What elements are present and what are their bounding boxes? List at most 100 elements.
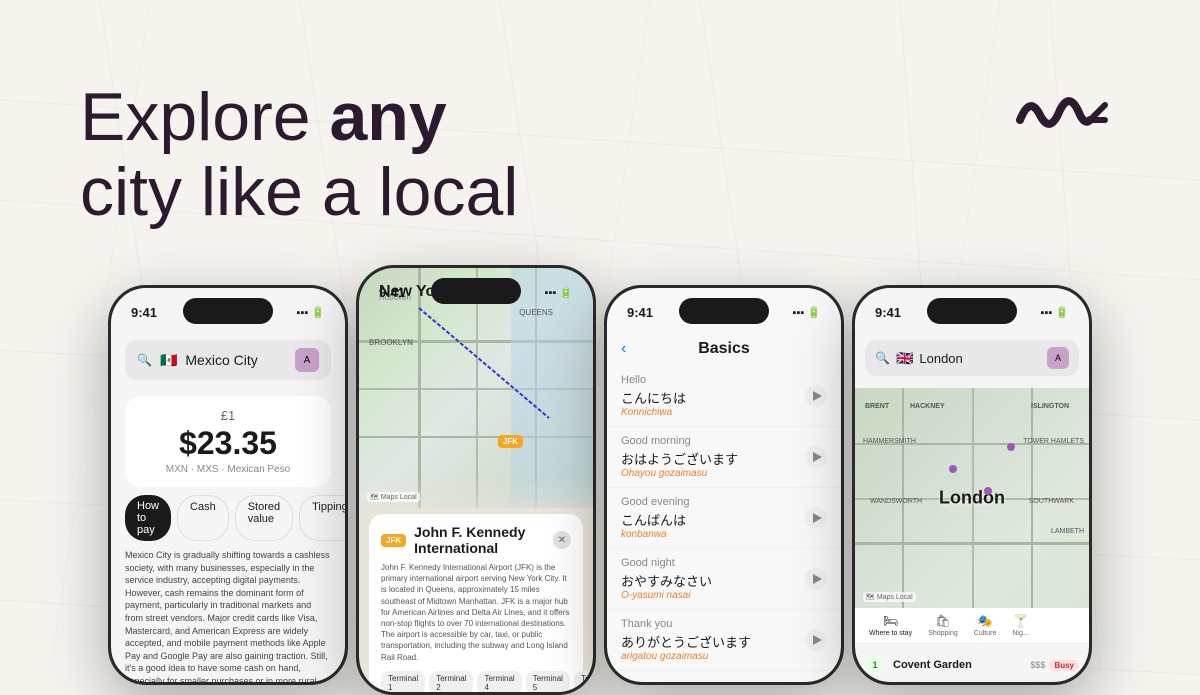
phone-1-city-name: Mexico City bbox=[185, 352, 287, 368]
terminal-5[interactable]: Terminal 5 bbox=[526, 671, 570, 692]
phrase-good-evening-content: Good evening こんばんは konbanwa bbox=[621, 496, 690, 540]
phone-4-dynamic-island bbox=[927, 298, 1017, 324]
phone-1-description: Mexico City is gradually shifting toward… bbox=[111, 549, 345, 682]
map-pin-1 bbox=[949, 465, 957, 473]
phone-1-time: 9:41 bbox=[131, 305, 157, 320]
play-ty-button[interactable] bbox=[805, 629, 827, 651]
terminal-4[interactable]: Terminal 4 bbox=[477, 671, 521, 692]
tab-stored-value[interactable]: Stored value bbox=[235, 495, 293, 541]
play-icon-4 bbox=[813, 574, 822, 584]
phone-1-search-bar[interactable]: 🔍 🇲🇽 Mexico City A bbox=[125, 340, 331, 380]
jfk-badge: JFK bbox=[381, 534, 406, 547]
culture-icon: 🎭 bbox=[978, 614, 993, 628]
place-1-tags: $$$ Busy bbox=[1030, 660, 1079, 671]
phone-1-dynamic-island bbox=[183, 298, 273, 324]
phone-4-places-list: 1 Covent Garden $$$ Busy 2 Shoreditch $$… bbox=[855, 644, 1089, 682]
play-gm-button[interactable] bbox=[805, 446, 827, 468]
tab-culture[interactable]: 🎭 Culture bbox=[968, 614, 1003, 637]
hero-line1-bold: any bbox=[329, 79, 446, 155]
play-gn-button[interactable] bbox=[805, 568, 827, 590]
place-1-name: Covent Garden bbox=[893, 659, 1022, 671]
phrase-ge-romaji: konbanwa bbox=[621, 529, 690, 540]
map-pin-2 bbox=[984, 487, 992, 495]
phone-3-time: 9:41 bbox=[627, 305, 653, 320]
phrase-hello-native: こんにちは bbox=[621, 388, 686, 407]
phrase-yes[interactable]: Yes はい hai bbox=[607, 671, 841, 682]
phone-2-jfk: 9:41 ▪▪▪ 🔋 New York Hoboken BROOKLYN Q bbox=[356, 265, 596, 695]
phone-4-london: 9:41 ▪▪▪ 🔋 🔍 🇬🇧 London A bbox=[852, 285, 1092, 685]
play-icon-2 bbox=[813, 452, 822, 462]
phone-4-search-bar[interactable]: 🔍 🇬🇧 London A bbox=[865, 340, 1079, 376]
terminal-more[interactable]: Termin... bbox=[574, 671, 593, 692]
back-button[interactable]: ‹ bbox=[621, 340, 626, 358]
jfk-card-header: JFK John F. Kennedy International ✕ bbox=[381, 524, 571, 556]
tab-where-to-stay[interactable]: 🛏 Where to stay bbox=[863, 614, 918, 637]
phrase-good-night[interactable]: Good night おやすみなさい O-yasumi nasai bbox=[607, 549, 841, 610]
phrase-good-morning-content: Good morning おはようございます Ohayou gozaimasu bbox=[621, 435, 738, 479]
phrase-ge-english: Good evening bbox=[621, 496, 690, 508]
tab-shopping[interactable]: 🛍 Shopping bbox=[922, 614, 964, 637]
phone-1-flag: 🇲🇽 bbox=[160, 352, 177, 369]
phone-4-avatar: A bbox=[1047, 347, 1069, 369]
phrase-hello[interactable]: Hello こんにちは Konnichiwa bbox=[607, 366, 841, 427]
phone-4-screen: 9:41 ▪▪▪ 🔋 🔍 🇬🇧 London A bbox=[855, 288, 1089, 682]
tab-tipping[interactable]: Tipping bbox=[299, 495, 345, 541]
phrase-good-morning[interactable]: Good morning おはようございます Ohayou gozaimasu bbox=[607, 427, 841, 488]
phone-4-bottom-tabs: 🛏 Where to stay 🛍 Shopping 🎭 Culture 🍸 N… bbox=[855, 608, 1089, 644]
map-jfk-pin: JFK bbox=[498, 435, 523, 448]
hero-title: Explore any city like a local bbox=[80, 80, 518, 230]
phrase-good-evening[interactable]: Good evening こんばんは konbanwa bbox=[607, 488, 841, 549]
phrase-ty-native: ありがとうございます bbox=[621, 632, 751, 651]
phrase-hello-english: Hello bbox=[621, 374, 686, 386]
place-covent-garden[interactable]: 1 Covent Garden $$$ Busy bbox=[865, 650, 1079, 681]
place-1-number: 1 bbox=[865, 655, 885, 675]
tab-cash[interactable]: Cash bbox=[177, 495, 229, 541]
islington-label: ISLINGTON bbox=[1031, 403, 1069, 410]
hero-line1-regular: Explore bbox=[80, 79, 329, 155]
terminals-row: Terminal 1 Terminal 2 Terminal 4 Termina… bbox=[381, 671, 571, 692]
phone-3-basics: 9:41 ▪▪▪ 🔋 ‹ Basics Hello こんにちは Konnichi… bbox=[604, 285, 844, 685]
shopping-icon: 🛍 bbox=[935, 614, 950, 628]
close-button[interactable]: ✕ bbox=[553, 531, 571, 549]
hero-line2: city like a local bbox=[80, 154, 518, 230]
play-ge-button[interactable] bbox=[805, 507, 827, 529]
hammersmith-label: HAMMERSMITH bbox=[863, 438, 916, 445]
phrase-gm-native: おはようございます bbox=[621, 449, 738, 468]
play-hello-button[interactable] bbox=[805, 385, 827, 407]
phone-3-screen: 9:41 ▪▪▪ 🔋 ‹ Basics Hello こんにちは Konnichi… bbox=[607, 288, 841, 682]
place-shoreditch[interactable]: 2 Shoreditch $$$ Busy bbox=[865, 681, 1079, 682]
phone-4-city-name: London bbox=[919, 351, 1041, 366]
phone-3-dynamic-island bbox=[679, 298, 769, 324]
terminal-2[interactable]: Terminal 2 bbox=[429, 671, 473, 692]
currency-label: £1 bbox=[139, 408, 317, 423]
wanderlog-logo-svg bbox=[1010, 80, 1120, 160]
maps-attribution: 🗺 Maps Local bbox=[367, 492, 420, 502]
phone-4-status-icons: ▪▪▪ 🔋 bbox=[1041, 306, 1069, 319]
phone-1-status-icons: ▪▪▪ 🔋 bbox=[297, 306, 325, 319]
phone-3-status-icons: ▪▪▪ 🔋 bbox=[793, 306, 821, 319]
phone-2-time: 9:41 bbox=[379, 285, 405, 300]
phone-2-screen: 9:41 ▪▪▪ 🔋 New York Hoboken BROOKLYN Q bbox=[359, 268, 593, 692]
phrase-thank-you[interactable]: Thank you ありがとうございます arigatou gozaimasu bbox=[607, 610, 841, 671]
tab-how-to-pay[interactable]: How to pay bbox=[125, 495, 171, 541]
hackney-label: HACKNEY bbox=[910, 403, 945, 410]
currency-subtitle: MXN · MXS · Mexican Peso bbox=[139, 464, 317, 475]
phone-1-currency-card: £1 $23.35 MXN · MXS · Mexican Peso bbox=[125, 396, 331, 487]
london-map-label: London bbox=[939, 488, 1005, 509]
phone-2-dynamic-island bbox=[431, 278, 521, 304]
phone-1-screen: 9:41 ▪▪▪ 🔋 🔍 🇲🇽 Mexico City A £1 $23.35 bbox=[111, 288, 345, 682]
phone-2-status-icons: ▪▪▪ 🔋 bbox=[545, 286, 573, 299]
tab-nightlife[interactable]: 🍸 Nig... bbox=[1006, 614, 1034, 637]
place-1-busy: Busy bbox=[1049, 660, 1079, 671]
map-pin-3 bbox=[1007, 443, 1015, 451]
phone-1-avatar: A bbox=[295, 348, 319, 372]
phrase-hello-romaji: Konnichiwa bbox=[621, 407, 686, 418]
phone-2-jfk-card: JFK John F. Kennedy International ✕ John… bbox=[369, 514, 583, 692]
terminal-1[interactable]: Terminal 1 bbox=[381, 671, 425, 692]
hero-section: Explore any city like a local bbox=[80, 80, 518, 230]
phone-4-flag: 🇬🇧 bbox=[896, 350, 913, 367]
phone-1-tabs: How to pay Cash Stored value Tipping bbox=[111, 487, 345, 549]
london-maps-attr: 🗺 Maps Local bbox=[863, 592, 916, 602]
place-1-price: $$$ bbox=[1030, 660, 1045, 671]
search-icon: 🔍 bbox=[137, 353, 152, 367]
